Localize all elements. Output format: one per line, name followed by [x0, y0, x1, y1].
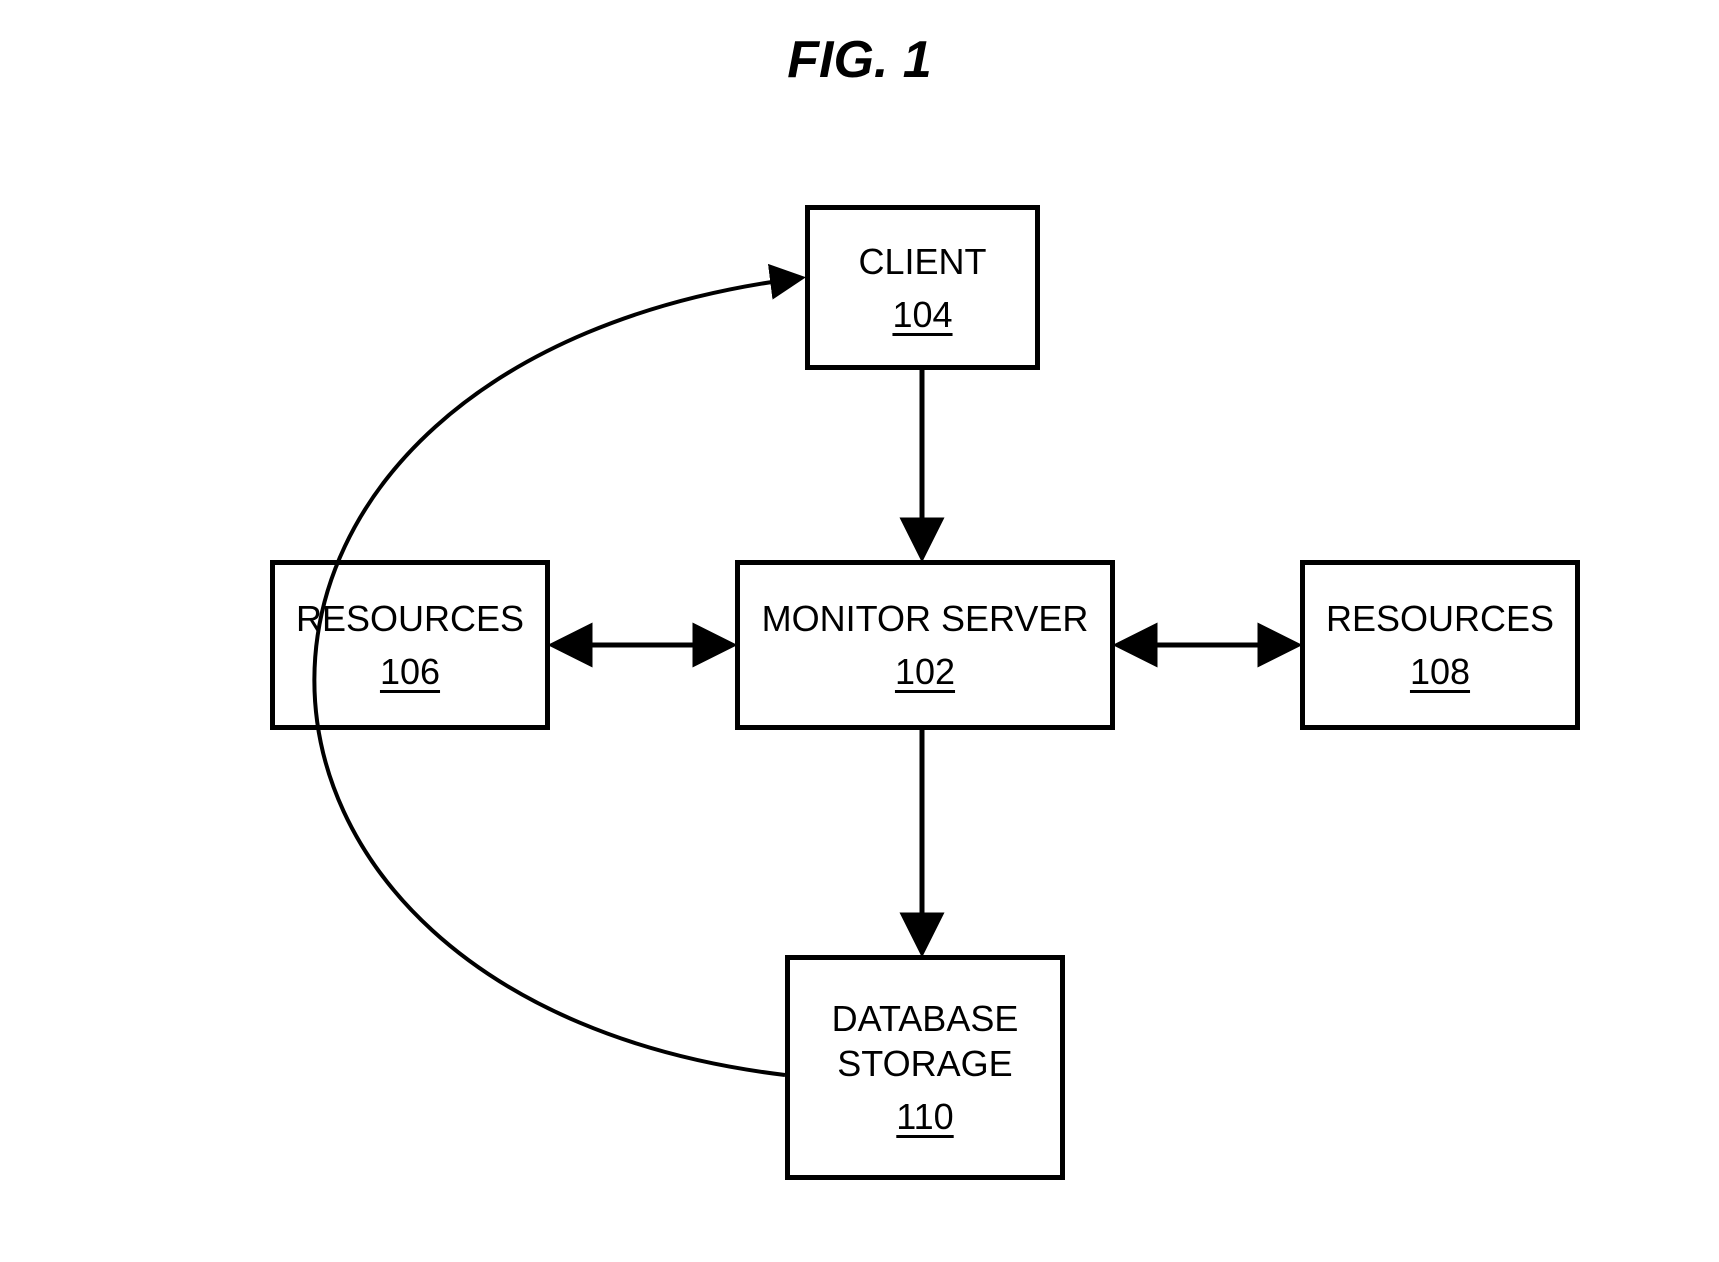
node-client: CLIENT 104 — [805, 205, 1040, 370]
node-resources-left-label: RESOURCES — [296, 596, 524, 641]
figure-title: FIG. 1 — [0, 30, 1719, 90]
node-resources-right-ref: 108 — [1410, 649, 1470, 694]
node-monitor-server-label: MONITOR SERVER — [762, 596, 1089, 641]
node-resources-right: RESOURCES 108 — [1300, 560, 1580, 730]
node-database-storage: DATABASE STORAGE 110 — [785, 955, 1065, 1180]
node-resources-right-label: RESOURCES — [1326, 596, 1554, 641]
node-resources-left: RESOURCES 106 — [270, 560, 550, 730]
node-client-ref: 104 — [892, 292, 952, 337]
node-monitor-server: MONITOR SERVER 102 — [735, 560, 1115, 730]
node-database-storage-label: DATABASE STORAGE — [832, 996, 1019, 1086]
node-monitor-server-ref: 102 — [895, 649, 955, 694]
node-resources-left-ref: 106 — [380, 649, 440, 694]
node-client-label: CLIENT — [858, 239, 986, 284]
node-database-storage-ref: 110 — [896, 1094, 953, 1139]
